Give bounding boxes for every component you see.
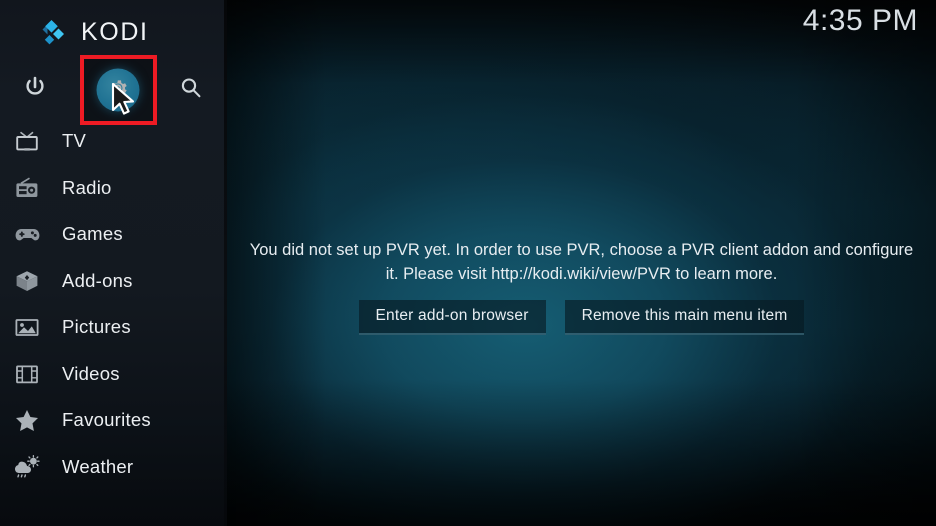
kodi-home-screen: KODI 4:35 PM TV Radio Games Add-ons Pict… — [0, 0, 936, 526]
sidebar-item-label: Weather — [62, 455, 134, 477]
pictures-icon — [11, 313, 43, 341]
search-icon — [179, 76, 203, 105]
brand: KODI — [38, 14, 149, 50]
sidebar-item-add-ons[interactable]: Add-ons — [0, 258, 227, 305]
pvr-message-block: You did not set up PVR yet. In order to … — [227, 238, 936, 335]
radio-icon — [11, 174, 43, 202]
sidebar-item-games[interactable]: Games — [0, 211, 227, 258]
pvr-action-buttons: Enter add-on browser Remove this main me… — [227, 300, 936, 335]
film-strip-icon — [11, 360, 43, 388]
sidebar-item-label: TV — [62, 130, 87, 152]
addons-box-icon — [11, 267, 43, 295]
annotation-highlight-box — [80, 55, 157, 125]
search-button[interactable] — [168, 67, 214, 113]
star-icon — [11, 406, 43, 434]
gamepad-icon — [11, 220, 43, 248]
sidebar-item-videos[interactable]: Videos — [0, 351, 227, 398]
brand-name: KODI — [81, 17, 149, 46]
power-icon — [24, 76, 46, 104]
sidebar-item-label: Games — [62, 223, 123, 245]
tv-icon — [11, 127, 43, 155]
sidebar-item-weather[interactable]: Weather — [0, 444, 227, 491]
sidebar-item-pictures[interactable]: Pictures — [0, 304, 227, 351]
kodi-diamond-logo-icon — [38, 16, 72, 48]
sidebar-item-radio[interactable]: Radio — [0, 165, 227, 212]
sidebar-item-label: Videos — [62, 362, 120, 384]
sidebar-item-favourites[interactable]: Favourites — [0, 397, 227, 444]
sidebar-item-label: Favourites — [62, 409, 151, 431]
sidebar-item-label: Radio — [62, 176, 112, 198]
sidebar-menu: TV Radio Games Add-ons Pictures Videos F… — [0, 118, 227, 490]
cloud-rain-icon — [11, 453, 43, 481]
pvr-message-text: You did not set up PVR yet. In order to … — [249, 241, 914, 283]
clock: 4:35 PM — [802, 4, 918, 37]
sidebar-item-label: Add-ons — [62, 269, 133, 291]
remove-main-menu-item-button[interactable]: Remove this main menu item — [564, 300, 805, 335]
power-button[interactable] — [12, 67, 58, 113]
enter-addon-browser-button[interactable]: Enter add-on browser — [358, 300, 546, 335]
sidebar-item-label: Pictures — [62, 316, 131, 338]
